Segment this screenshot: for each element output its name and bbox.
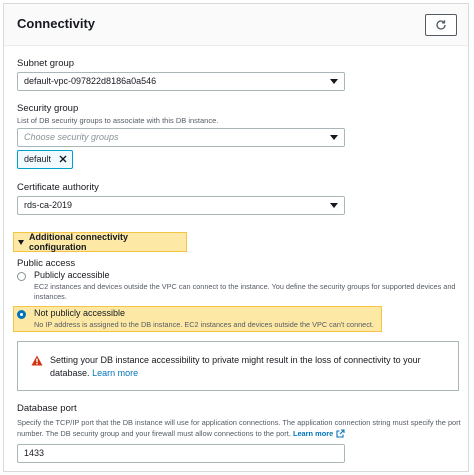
database-port-label: Database port	[17, 403, 77, 414]
refresh-button[interactable]	[425, 14, 457, 36]
port-learn-more-label: Learn more	[292, 429, 334, 438]
not-publicly-accessible-radio[interactable]	[17, 310, 26, 319]
warning-learn-more-link[interactable]: Learn more	[92, 368, 138, 378]
publicly-accessible-label: Publicly accessible	[34, 270, 110, 280]
warning-alert: Setting your DB instance accessibility t…	[17, 341, 459, 391]
warning-alert-text: Setting your DB instance accessibility t…	[50, 354, 450, 380]
security-group-label: Security group	[17, 103, 79, 114]
certificate-authority-value: rds-ca-2019	[24, 200, 73, 210]
certificate-authority-select[interactable]: rds-ca-2019	[17, 196, 345, 215]
caret-down-icon	[18, 239, 24, 245]
refresh-icon	[436, 20, 446, 30]
security-group-description: List of DB security groups to associate …	[17, 116, 219, 125]
subnet-group-select[interactable]: default-vpc-097822d8186a0a546	[17, 72, 345, 91]
chevron-down-icon	[330, 203, 338, 208]
additional-config-label: Additional connectivity configuration	[29, 232, 129, 252]
security-group-token: default	[17, 150, 73, 169]
panel-header: Connectivity	[4, 4, 468, 46]
security-group-select[interactable]: Choose security groups	[17, 128, 345, 147]
not-publicly-accessible-description: No IP address is assigned to the DB inst…	[34, 320, 374, 329]
close-icon[interactable]	[58, 154, 68, 164]
token-label: default	[24, 154, 52, 164]
port-learn-more-link[interactable]: Learn more	[293, 429, 345, 438]
publicly-accessible-radio[interactable]	[17, 272, 26, 281]
security-group-placeholder: Choose security groups	[24, 132, 119, 142]
database-port-description-text: Specify the TCP/IP port that the DB inst…	[17, 418, 461, 438]
publicly-accessible-description: EC2 instances and devices outside the VP…	[34, 282, 456, 301]
not-publicly-accessible-label: Not publicly accessible	[34, 308, 126, 318]
additional-config-expander[interactable]: Additional connectivity configuration	[13, 232, 187, 252]
chevron-down-icon	[330, 135, 338, 140]
warning-icon	[31, 355, 43, 366]
external-link-icon	[336, 429, 345, 438]
chevron-down-icon	[330, 79, 338, 84]
database-port-description: Specify the TCP/IP port that the DB inst…	[17, 417, 462, 439]
connectivity-panel: Connectivity Subnet group default-vpc-09…	[3, 3, 469, 472]
subnet-group-label: Subnet group	[17, 58, 75, 69]
subnet-group-value: default-vpc-097822d8186a0a546	[24, 76, 157, 86]
certificate-authority-label: Certificate authority	[17, 182, 99, 193]
database-port-input[interactable]: 1433	[17, 444, 345, 463]
public-access-label: Public access	[17, 258, 76, 269]
panel-title: Connectivity	[17, 16, 96, 31]
